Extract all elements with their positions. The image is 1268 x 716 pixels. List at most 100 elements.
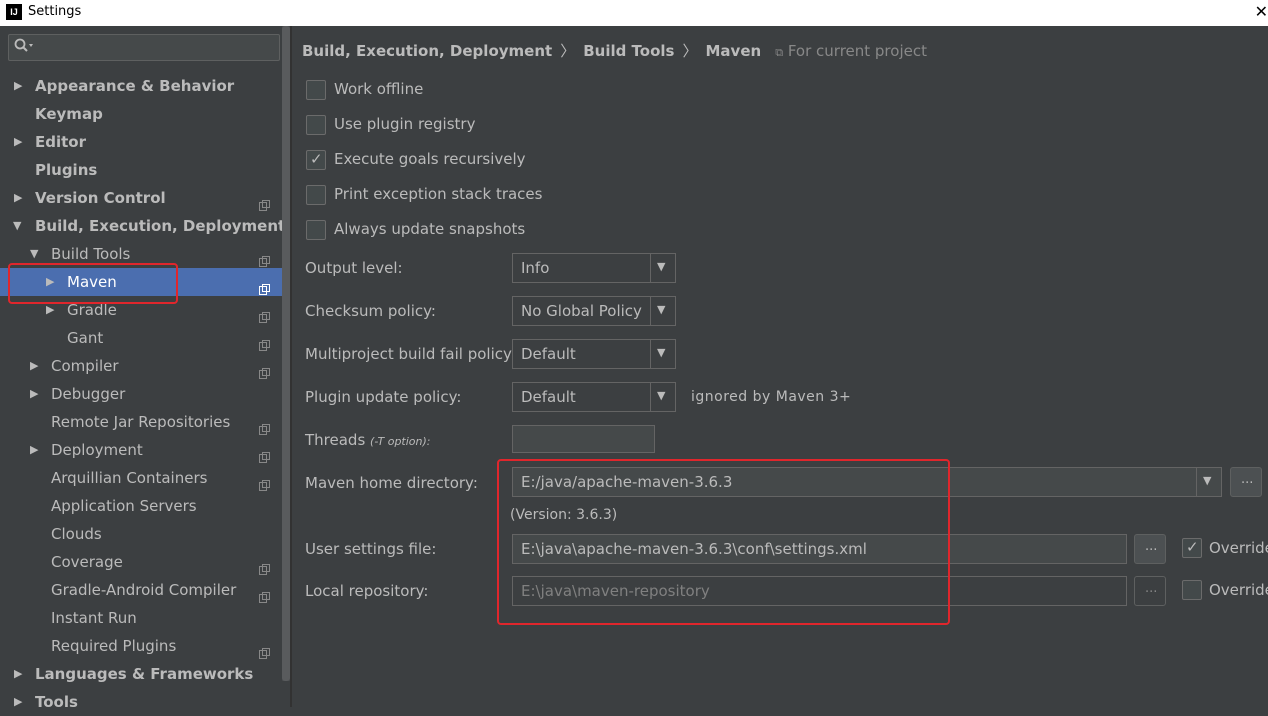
- sidebar-item-languages-frameworks[interactable]: ▶ Languages & Frameworks: [0, 660, 280, 688]
- sidebar-item-label: Deployment: [51, 441, 143, 459]
- output-level-select[interactable]: Info ▼: [512, 253, 676, 283]
- close-icon[interactable]: ✕: [1255, 2, 1268, 21]
- sidebar-item-appearance-behavior[interactable]: ▶ Appearance & Behavior: [0, 72, 280, 100]
- search-input[interactable]: [8, 34, 280, 61]
- dropdown-button[interactable]: ▼: [650, 297, 675, 325]
- expand-right-icon[interactable]: ▶: [14, 688, 22, 716]
- sidebar-item-editor[interactable]: ▶ Editor: [0, 128, 280, 156]
- sidebar-item-label: Appearance & Behavior: [35, 77, 235, 95]
- checkmark-icon: ✓: [310, 150, 323, 168]
- expand-right-icon[interactable]: ▶: [14, 128, 22, 156]
- fail-policy-value: Default: [521, 345, 576, 363]
- sidebar-item-application-servers[interactable]: Application Servers: [0, 492, 280, 520]
- settings-sidebar: ▶ Appearance & Behavior Keymap ▶ Editor Plugi…: [0, 26, 290, 711]
- output-level-value: Info: [521, 259, 550, 277]
- chevron-down-icon: ▼: [657, 346, 666, 359]
- project-scope-icon: ⧉: [775, 46, 784, 59]
- sidebar-item-label: Tools: [35, 693, 78, 711]
- work-offline-checkbox[interactable]: [306, 80, 326, 100]
- sidebar-item-version-control[interactable]: ▶ Version Control: [0, 184, 280, 212]
- sidebar-item-compiler[interactable]: ▶ Compiler: [0, 352, 280, 380]
- print-stack-traces-label: Print exception stack traces: [334, 185, 543, 203]
- sidebar-item-remote-jar-repositories[interactable]: Remote Jar Repositories: [0, 408, 280, 436]
- checksum-policy-select[interactable]: No Global Policy ▼: [512, 296, 676, 326]
- use-plugin-registry-label: Use plugin registry: [334, 115, 476, 133]
- project-scope-icon: [259, 332, 270, 351]
- sidebar-item-label: Plugins: [35, 161, 98, 179]
- window-title: Settings: [28, 4, 82, 19]
- title-bar: IJ Settings ✕: [0, 0, 1268, 26]
- sidebar-item-tools[interactable]: ▶ Tools: [0, 688, 280, 716]
- sidebar-item-keymap[interactable]: Keymap: [0, 100, 280, 128]
- sidebar-item-label: Debugger: [51, 385, 126, 403]
- sidebar-item-arquillian-containers[interactable]: Arquillian Containers: [0, 464, 280, 492]
- sidebar-item-instant-run[interactable]: Instant Run: [0, 604, 280, 632]
- expand-right-icon[interactable]: ▶: [30, 436, 38, 464]
- sidebar-item-label: Version Control: [35, 189, 166, 207]
- sidebar-item-label: Instant Run: [51, 609, 137, 627]
- chevron-down-icon: ▼: [657, 389, 666, 402]
- breadcrumb-build-tools: Build Tools: [583, 42, 675, 60]
- project-scope-icon: [259, 248, 270, 267]
- sidebar-scrollbar[interactable]: [282, 26, 290, 681]
- search-icon: [14, 38, 34, 58]
- project-scope-label: ⧉ For current project: [775, 42, 927, 60]
- fail-policy-select[interactable]: Default ▼: [512, 339, 676, 369]
- app-logo-icon: IJ: [6, 4, 22, 20]
- expand-right-icon[interactable]: ▶: [14, 660, 22, 688]
- project-scope-icon: [259, 556, 270, 575]
- user-settings-label: User settings file:: [305, 540, 437, 558]
- local-repository-browse-button[interactable]: ...: [1134, 576, 1166, 606]
- breadcrumb-separator: 〉: [560, 42, 576, 60]
- checksum-policy-value: No Global Policy: [521, 302, 642, 320]
- output-level-label: Output level:: [305, 259, 403, 277]
- use-plugin-registry-checkbox[interactable]: [306, 115, 326, 135]
- expand-right-icon[interactable]: ▶: [14, 184, 22, 212]
- maven-home-label: Maven home directory:: [305, 474, 478, 492]
- expand-right-icon[interactable]: ▶: [14, 72, 22, 100]
- sidebar-item-gradle-android-compiler[interactable]: Gradle-Android Compiler: [0, 576, 280, 604]
- always-update-snapshots-checkbox[interactable]: [306, 220, 326, 240]
- always-update-snapshots-label: Always update snapshots: [334, 220, 526, 238]
- breadcrumb-maven: Maven: [705, 42, 762, 60]
- sidebar-item-debugger[interactable]: ▶ Debugger: [0, 380, 280, 408]
- user-settings-override-checkbox[interactable]: ✓: [1182, 538, 1202, 558]
- expand-right-icon[interactable]: ▶: [30, 352, 38, 380]
- local-repository-override-checkbox[interactable]: [1182, 580, 1202, 600]
- local-repository-label: Local repository:: [305, 582, 429, 600]
- scrollbar-thumb[interactable]: [282, 26, 290, 681]
- sidebar-item-deployment[interactable]: ▶ Deployment: [0, 436, 280, 464]
- sidebar-item-label: Required Plugins: [51, 637, 177, 655]
- checkmark-icon: ✓: [1186, 538, 1199, 556]
- user-settings-browse-button[interactable]: ...: [1134, 534, 1166, 564]
- sidebar-item-plugins[interactable]: Plugins: [0, 156, 280, 184]
- sidebar-item-clouds[interactable]: Clouds: [0, 520, 280, 548]
- threads-label: Threads (-T option):: [305, 431, 431, 449]
- plugin-update-policy-select[interactable]: Default ▼: [512, 382, 676, 412]
- dropdown-button[interactable]: ▼: [1196, 468, 1221, 496]
- sidebar-item-gant[interactable]: Gant: [0, 324, 280, 352]
- print-stack-traces-checkbox[interactable]: [306, 185, 326, 205]
- sidebar-item-label: Languages & Frameworks: [35, 665, 254, 683]
- sidebar-item-label: Build, Execution, Deployment: [35, 217, 286, 235]
- expand-right-icon[interactable]: ▶: [30, 380, 38, 408]
- sidebar-item-required-plugins[interactable]: Required Plugins: [0, 632, 280, 660]
- dropdown-button[interactable]: ▼: [650, 383, 675, 411]
- sidebar-item-label: Application Servers: [51, 497, 197, 515]
- sidebar-item-build-execution-deployment[interactable]: ▼ Build, Execution, Deployment: [0, 212, 285, 240]
- threads-input[interactable]: [512, 425, 655, 453]
- expand-down-icon[interactable]: ▼: [13, 212, 21, 240]
- maven-home-browse-button[interactable]: ...: [1230, 467, 1262, 497]
- chevron-down-icon: ▼: [1203, 474, 1212, 487]
- project-scope-icon: [259, 416, 270, 435]
- dropdown-button[interactable]: ▼: [650, 340, 675, 368]
- execute-goals-recursively-checkbox[interactable]: ✓: [306, 150, 326, 170]
- sidebar-item-label: Remote Jar Repositories: [51, 413, 231, 431]
- sidebar-item-coverage[interactable]: Coverage: [0, 548, 280, 576]
- local-repository-override-label: Override: [1209, 581, 1268, 599]
- project-scope-icon: [259, 640, 270, 659]
- project-scope-icon: [259, 192, 270, 211]
- sidebar-item-label: Compiler: [51, 357, 119, 375]
- sidebar-item-label: Gradle-Android Compiler: [51, 581, 237, 599]
- dropdown-button[interactable]: ▼: [650, 254, 675, 282]
